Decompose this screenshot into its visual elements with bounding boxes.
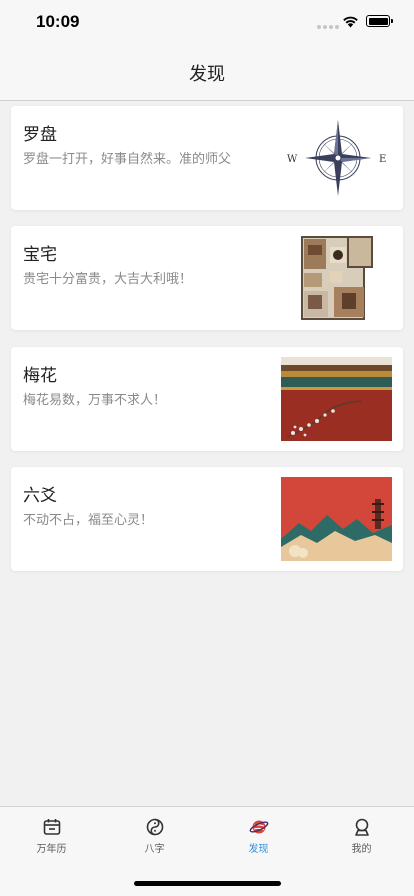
- yin-yang-icon: [146, 818, 163, 836]
- compass-w-label: W: [287, 154, 298, 165]
- compass-e-label: E: [379, 154, 386, 165]
- card-compass[interactable]: 罗盘 罗盘一打开，好事自然来。准的师父 W E: [11, 106, 403, 210]
- card-title: 罗盘: [23, 125, 57, 145]
- tab-label: 八字: [144, 844, 165, 855]
- red-mountain-landscape-image: [281, 477, 392, 561]
- planet-icon: [249, 820, 268, 834]
- compass-image: W E: [283, 114, 393, 204]
- wifi-icon: [343, 16, 358, 28]
- calendar-icon: [43, 819, 60, 835]
- discover-screen: 10:09 发现 罗盘 罗盘一打开，好事自然来。准的师父 W E 宝宅 贵宅十分…: [0, 0, 414, 896]
- floor-plan-image: [296, 235, 392, 321]
- card-description: 梅花易数，万事不求人！: [23, 393, 167, 408]
- page-title: 发现: [189, 64, 225, 85]
- tab-bazi[interactable]: 八字: [103, 817, 206, 863]
- tab-label: 万年历: [36, 844, 67, 855]
- home-indicator[interactable]: [134, 881, 281, 886]
- status-bar: 10:09: [0, 0, 414, 46]
- status-time: 10:09: [36, 12, 80, 31]
- person-icon: [354, 818, 369, 836]
- cellular-signal-icon: [317, 25, 339, 29]
- card-description: 贵宅十分富贵，大吉大利哦！: [23, 272, 193, 287]
- card-description: 不动不占，福至心灵！: [23, 513, 154, 528]
- card-six-lines[interactable]: 六爻 不动不占，福至心灵！: [11, 467, 403, 571]
- card-title: 梅花: [23, 366, 57, 386]
- tab-discover[interactable]: 发现: [207, 817, 310, 863]
- palace-wall-plum-image: [281, 357, 392, 441]
- tab-label: 我的: [351, 844, 372, 855]
- card-description: 罗盘一打开，好事自然来。准的师父: [23, 152, 232, 167]
- battery-icon: [366, 15, 393, 27]
- card-title: 六爻: [23, 486, 57, 506]
- card-plum-blossom[interactable]: 梅花 梅花易数，万事不求人！: [11, 347, 403, 451]
- tab-calendar[interactable]: 万年历: [0, 817, 103, 863]
- navigation-bar: 发现: [0, 46, 414, 101]
- tab-mine[interactable]: 我的: [310, 817, 413, 863]
- card-house[interactable]: 宝宅 贵宅十分富贵，大吉大利哦！: [11, 226, 403, 330]
- tab-label: 发现: [248, 844, 269, 855]
- card-title: 宝宅: [23, 245, 57, 265]
